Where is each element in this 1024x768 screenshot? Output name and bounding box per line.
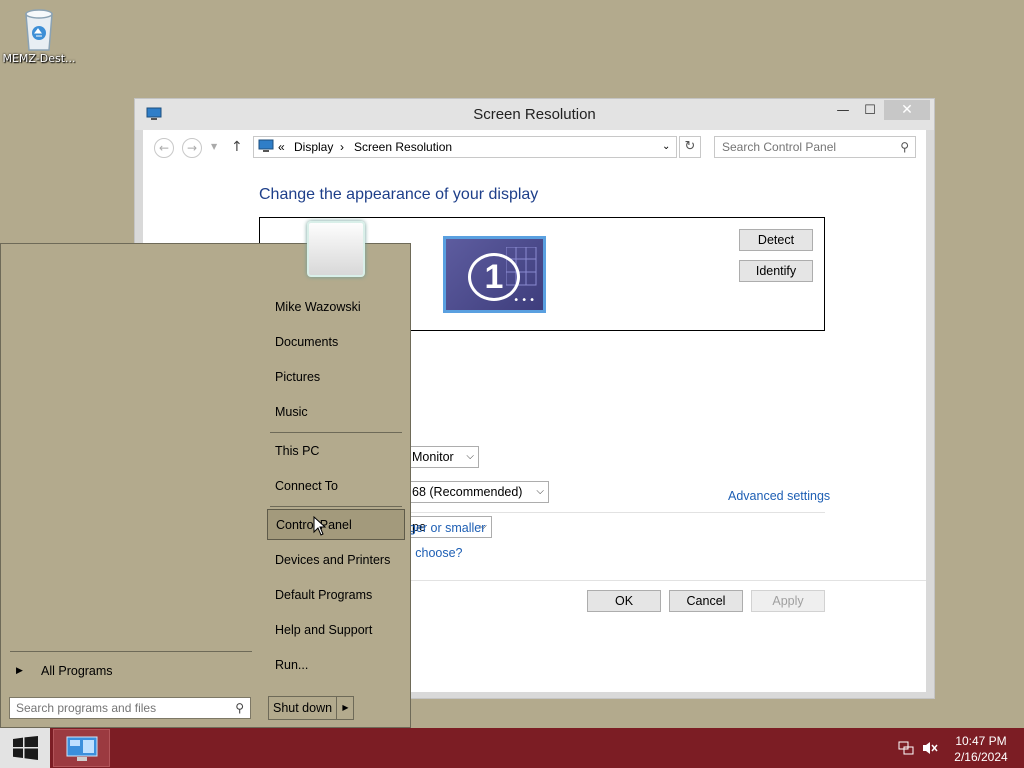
resolution-select[interactable]: 68 (Recommended) ⌵ [405, 481, 549, 503]
search-box[interactable]: ⚲ [714, 136, 916, 158]
divider [405, 512, 825, 513]
search-input[interactable] [715, 137, 885, 157]
address-bar[interactable]: « Display › Screen Resolution ⌄ [253, 136, 677, 158]
all-programs-label: All Programs [41, 664, 113, 678]
volume-muted-icon[interactable] [922, 740, 938, 756]
shutdown-options-arrow-icon[interactable]: ▶ [336, 697, 354, 719]
text-size-link[interactable]: ger or smaller [409, 521, 485, 535]
search-icon[interactable]: ⚲ [235, 701, 244, 715]
start-item-pictures[interactable]: Pictures [267, 362, 405, 393]
start-item-this-pc[interactable]: This PC [267, 436, 405, 467]
user-picture[interactable] [307, 221, 365, 277]
advanced-settings-link[interactable]: Advanced settings [728, 489, 830, 503]
close-button[interactable]: ✕ [884, 100, 930, 120]
detect-button[interactable]: Detect [739, 229, 813, 251]
start-item-run[interactable]: Run... [267, 650, 405, 681]
title-bar[interactable]: Screen Resolution — ☐ ✕ [135, 99, 934, 130]
address-dropdown-icon[interactable]: ⌄ [662, 141, 670, 152]
start-item-user[interactable]: Mike Wazowski [267, 292, 405, 323]
breadcrumb-display[interactable]: Display [294, 140, 333, 154]
control-panel-icon [66, 736, 98, 761]
resolution-select-value: 68 (Recommended) [412, 485, 523, 499]
start-item-control-panel[interactable]: Control Panel [267, 509, 405, 540]
mouse-cursor-icon [313, 516, 327, 536]
divider [10, 651, 252, 652]
start-item-devices-and-printers[interactable]: Devices and Printers [267, 545, 405, 576]
display-select-value: Monitor [412, 450, 454, 464]
recent-pages-chevron-icon[interactable]: ▼ [211, 142, 217, 151]
breadcrumb-separator[interactable]: › [340, 140, 344, 154]
clock-time: 10:47 PM [955, 734, 1007, 748]
start-item-default-programs[interactable]: Default Programs [267, 580, 405, 611]
identify-button[interactable]: Identify [739, 260, 813, 282]
maximize-button[interactable]: ☐ [857, 101, 883, 121]
display-select[interactable]: Monitor ⌵ [405, 446, 479, 468]
desktop-icon-label: MEMZ-Dest... [2, 52, 76, 65]
control-panel-icon [258, 139, 274, 156]
start-item-music[interactable]: Music [267, 397, 405, 428]
taskbar: 10:47 PM 2/16/2024 [0, 728, 1024, 768]
taskbar-screen-resolution[interactable] [53, 729, 110, 767]
clock[interactable]: 10:47 PM 2/16/2024 [948, 733, 1014, 765]
monitor-1-icon[interactable]: 1 ••• [443, 236, 546, 313]
monitor-dots-icon: ••• [513, 295, 537, 306]
chevron-down-icon: ⌵ [536, 486, 544, 497]
apply-button[interactable]: Apply [751, 590, 825, 612]
breadcrumb-overflow[interactable]: « [278, 140, 285, 154]
page-heading: Change the appearance of your display [259, 186, 539, 203]
monitor-number: 1 [468, 253, 520, 301]
breadcrumb-screen-resolution[interactable]: Screen Resolution [354, 140, 452, 154]
navigation-bar: ← → ▼ ↑ « Display › Screen Resolution ⌄ … [143, 130, 926, 166]
cancel-button[interactable]: Cancel [669, 590, 743, 612]
minimize-button[interactable]: — [830, 101, 856, 121]
desktop-icon-recycle-bin[interactable]: MEMZ-Dest... [2, 6, 76, 65]
start-search-box[interactable]: ⚲ [9, 697, 251, 719]
shutdown-control: Shut down ▶ [268, 696, 354, 720]
clock-date: 2/16/2024 [954, 750, 1008, 764]
up-button[interactable]: ↑ [231, 139, 243, 155]
window-title: Screen Resolution [473, 106, 596, 123]
ok-button[interactable]: OK [587, 590, 661, 612]
display-settings-help-link[interactable]: l choose? [409, 546, 463, 560]
all-programs[interactable]: ▶ All Programs [10, 662, 250, 682]
forward-button[interactable]: → [182, 138, 202, 158]
start-item-help-and-support[interactable]: Help and Support [267, 615, 405, 646]
chevron-down-icon: ⌵ [466, 451, 474, 462]
start-button[interactable] [0, 728, 50, 768]
start-item-connect-to[interactable]: Connect To [267, 471, 405, 502]
back-button[interactable]: ← [154, 138, 174, 158]
start-search-input[interactable] [10, 698, 222, 718]
shutdown-button[interactable]: Shut down [273, 701, 332, 715]
triangle-right-icon: ▶ [16, 665, 23, 675]
windows-logo-icon [13, 736, 38, 760]
recycle-bin-icon [22, 6, 56, 52]
divider [405, 580, 926, 581]
search-icon[interactable]: ⚲ [900, 140, 909, 154]
refresh-button[interactable]: ↻ [679, 136, 701, 158]
divider [270, 432, 402, 433]
divider [270, 506, 402, 507]
start-item-documents[interactable]: Documents [267, 327, 405, 358]
network-icon[interactable] [898, 740, 914, 756]
